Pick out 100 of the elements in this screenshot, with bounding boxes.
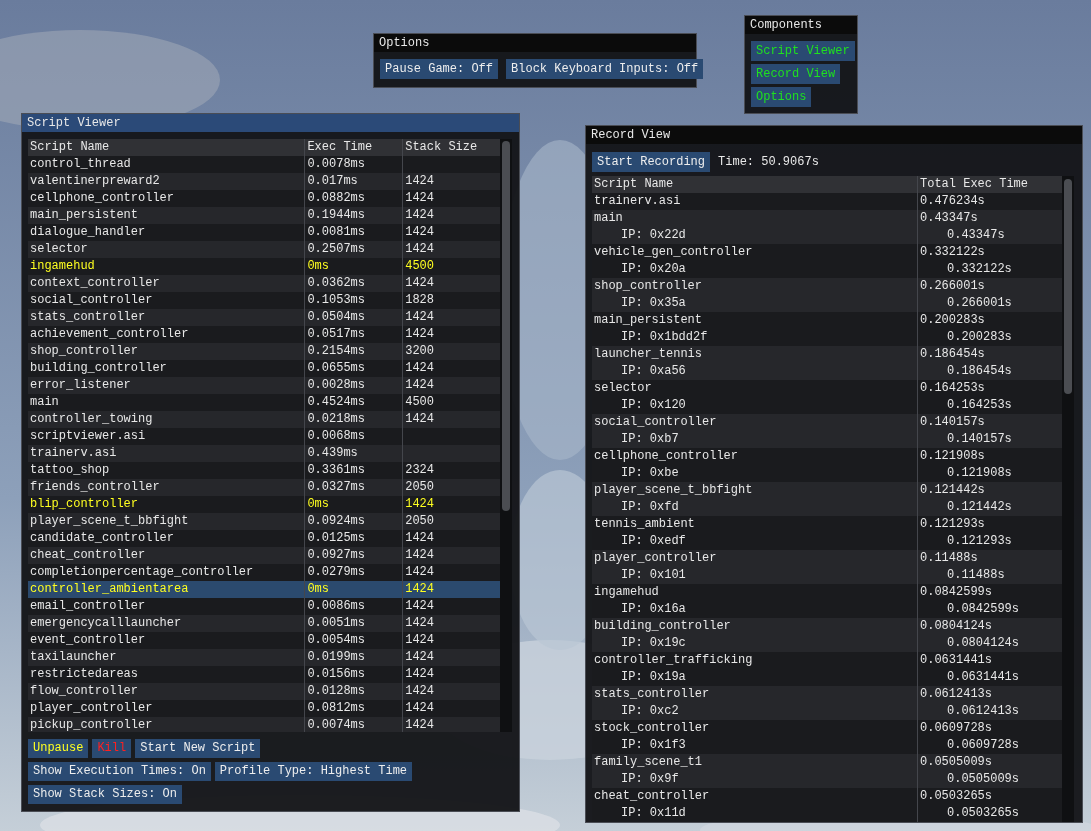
table-cell: 1424 [405,616,434,630]
table-cell: 0.0362ms [307,276,365,290]
table-cell: 0.0505009s [920,755,992,769]
table-row[interactable]: taxilauncher 0.0199ms 1424 [28,649,500,666]
table-cell: valentinerpreward2 [30,174,160,188]
table-row[interactable]: error_listener 0.0028ms 1424 [28,377,500,394]
table-cell: 0.164253s [947,398,1012,412]
table-row[interactable]: flow_controller 0.0128ms 1424 [28,683,500,700]
table-cell: 0.017ms [307,174,358,188]
table-cell: 0.0804124s [920,619,992,633]
table-row[interactable]: valentinerpreward2 0.017ms 1424 [28,173,500,190]
table-cell: 0.0503265s [947,806,1019,820]
table-cell: 0.11488s [920,551,978,565]
table-cell: 1424 [405,361,434,375]
table-cell: dialogue_handler [30,225,146,239]
table-cell: emergencycalllauncher [30,616,182,630]
table-row[interactable]: cheat_controller 0.0927ms 1424 [28,547,500,564]
table-cell: 0.0074ms [307,718,365,732]
record-button[interactable]: Start Recording [592,152,711,172]
table-row[interactable]: controller_ambientarea 0ms 1424 [28,581,500,598]
table-cell: taxilauncher [30,650,117,664]
scrollbar[interactable] [500,139,512,732]
table-cell: 0.43347s [947,228,1005,242]
table-cell: 0.0812ms [307,701,365,715]
table-cell: 0.0924ms [307,514,365,528]
table-cell: 1424 [405,497,434,511]
table-cell: IP: 0x11d [621,806,686,820]
table-cell: 0.121442s [947,500,1012,514]
table-cell: 0.0199ms [307,650,365,664]
table-row[interactable]: controller_towing 0.0218ms 1424 [28,411,500,428]
window-toggle-button[interactable]: Record View [751,64,841,84]
table-cell: building_controller [594,619,731,633]
table-cell: 0.0609728s [947,738,1019,752]
table-cell: 1424 [405,599,434,613]
table-cell: achievement_controller [30,327,189,341]
table-cell: 0.200283s [920,313,985,327]
column-header[interactable]: Stack Size [403,139,500,156]
action-button[interactable]: Show Execution Times: On [28,762,211,781]
window-title: Script Viewer [27,116,121,130]
window-title: Options [379,36,430,50]
table-cell: IP: 0xc2 [621,704,679,718]
table-cell: 1424 [405,191,434,205]
action-button[interactable]: Show Stack Sizes: On [28,785,183,804]
table-cell: 0.200283s [947,330,1012,344]
table-row[interactable]: trainerv.asi 0.439ms [28,445,500,462]
action-button[interactable]: Start New Script [135,739,261,758]
table-cell: 0.0804124s [947,636,1019,650]
table-row[interactable]: main_persistent 0.1944ms 1424 [28,207,500,224]
table-cell: 2050 [405,480,434,494]
table-cell: 1424 [405,276,434,290]
table-cell: friends_controller [30,480,160,494]
table-cell: IP: 0x35a [621,296,686,310]
table-cell: 0.266001s [920,279,985,293]
table-row[interactable]: friends_controller 0.0327ms 2050 [28,479,500,496]
table-row[interactable]: pickup_controller 0.0074ms 1424 [28,717,500,732]
table-cell: IP: 0x16a [621,602,686,616]
action-button[interactable]: Profile Type: Highest Time [214,762,413,781]
window-toggle-button[interactable]: Script Viewer [751,41,855,61]
table-cell: IP: 0x1bdd2f [621,330,708,344]
table-cell: 0.121293s [947,534,1012,548]
table-cell: 0.266001s [947,296,1012,310]
table-cell: social_controller [30,293,153,307]
table-cell: pickup_controller [30,718,153,732]
action-button[interactable]: Unpause [28,739,89,758]
table-row[interactable]: context_controller 0.0362ms 1424 [28,275,500,292]
table-cell: IP: 0x9f [621,772,679,786]
table-cell: 1424 [405,208,434,222]
table-row[interactable]: selector 0.2507ms 1424 [28,241,500,258]
table-cell: 0.2507ms [307,242,365,256]
table-cell: launcher_tennis [594,347,703,361]
table-cell: 0.0842599s [947,602,1019,616]
table-cell: trainerv.asi [30,446,117,460]
table-cell: controller_towing [30,412,153,426]
table-cell: 0.0655ms [307,361,365,375]
table-row[interactable]: player_scene_t_bbfight 0.0924ms 2050 [28,513,500,530]
table-cell: tennis_ambient [594,517,695,531]
table-row[interactable]: stats_controller 0.0504ms 1424 [28,309,500,326]
table-cell: 1424 [405,633,434,647]
table-cell: 4500 [405,395,434,409]
table-cell: 0ms [307,582,329,596]
table-row[interactable]: shop_controller 0.2154ms 3200 [28,343,500,360]
column-header[interactable]: Total Exec Time [918,176,1062,193]
toggle-button[interactable]: Pause Game: Off [380,59,499,79]
table-cell: cheat_controller [30,548,146,562]
table-cell: stock_controller [594,721,710,735]
table-cell: cellphone_controller [594,449,739,463]
scrollbar-thumb[interactable] [502,141,510,511]
toggle-button[interactable]: Block Keyboard Inputs: Off [506,59,704,79]
window-toggle-button[interactable]: Options [751,87,812,107]
scrollbar-thumb[interactable] [1064,179,1072,394]
table-cell: stats_controller [30,310,146,324]
table-cell: 1424 [405,242,434,256]
table-cell: 0.2154ms [307,344,365,358]
table-cell: 0.0882ms [307,191,365,205]
table-cell: control_thread [30,157,131,171]
table-row[interactable]: emergencycalllauncher 0.0051ms 1424 [28,615,500,632]
table-cell: 0.0631441s [920,653,992,667]
table-cell: shop_controller [30,344,139,358]
table-cell: IP: 0xbe [621,466,679,480]
scrollbar[interactable] [1062,176,1074,822]
